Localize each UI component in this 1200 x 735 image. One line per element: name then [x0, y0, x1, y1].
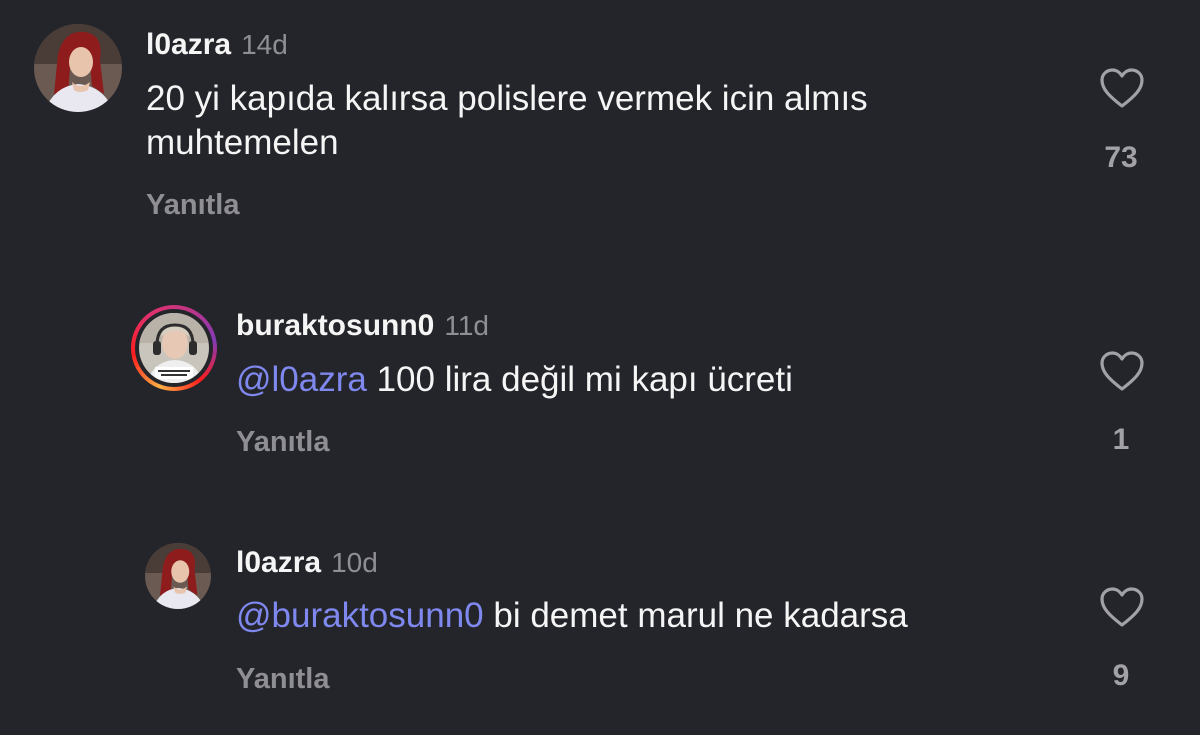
avatar[interactable] — [145, 543, 211, 609]
reply-button[interactable]: Yanıtla — [146, 191, 240, 220]
username[interactable]: buraktosunn0 — [236, 309, 434, 342]
comment-text: @l0azra 100 lira değil mi kapı ücreti — [236, 358, 1056, 402]
timestamp: 14d — [241, 29, 288, 60]
timestamp: 11d — [444, 310, 489, 341]
like-count: 73 — [1104, 141, 1138, 174]
heart-icon[interactable] — [1099, 67, 1145, 109]
avatar[interactable] — [34, 24, 122, 112]
like-count: 9 — [1112, 659, 1130, 692]
profile-photo-icon — [145, 543, 211, 609]
mention-link[interactable]: @buraktosunn0 — [236, 596, 484, 635]
comment-body: 20 yi kapıda kalırsa polislere vermek ic… — [146, 79, 868, 162]
comment-body: 100 lira değil mi kapı ücreti — [376, 360, 793, 399]
heart-icon[interactable] — [1099, 586, 1145, 628]
comment-body: bi demet marul ne kadarsa — [493, 596, 908, 635]
comment-text: @buraktosunn0 bi demet marul ne kadarsa — [236, 594, 1056, 638]
timestamp: 10d — [331, 547, 378, 578]
comment-text: 20 yi kapıda kalırsa polislere vermek ic… — [146, 77, 1046, 165]
username[interactable]: l0azra — [236, 546, 321, 579]
profile-photo-icon — [34, 24, 122, 112]
avatar[interactable] — [139, 313, 209, 383]
like-count: 1 — [1112, 423, 1130, 456]
reply-button[interactable]: Yanıtla — [236, 665, 330, 694]
heart-icon[interactable] — [1099, 350, 1145, 392]
reply-button[interactable]: Yanıtla — [236, 428, 330, 457]
username[interactable]: l0azra — [146, 28, 231, 61]
mention-link[interactable]: @l0azra — [236, 360, 367, 399]
profile-photo-icon — [139, 313, 209, 383]
